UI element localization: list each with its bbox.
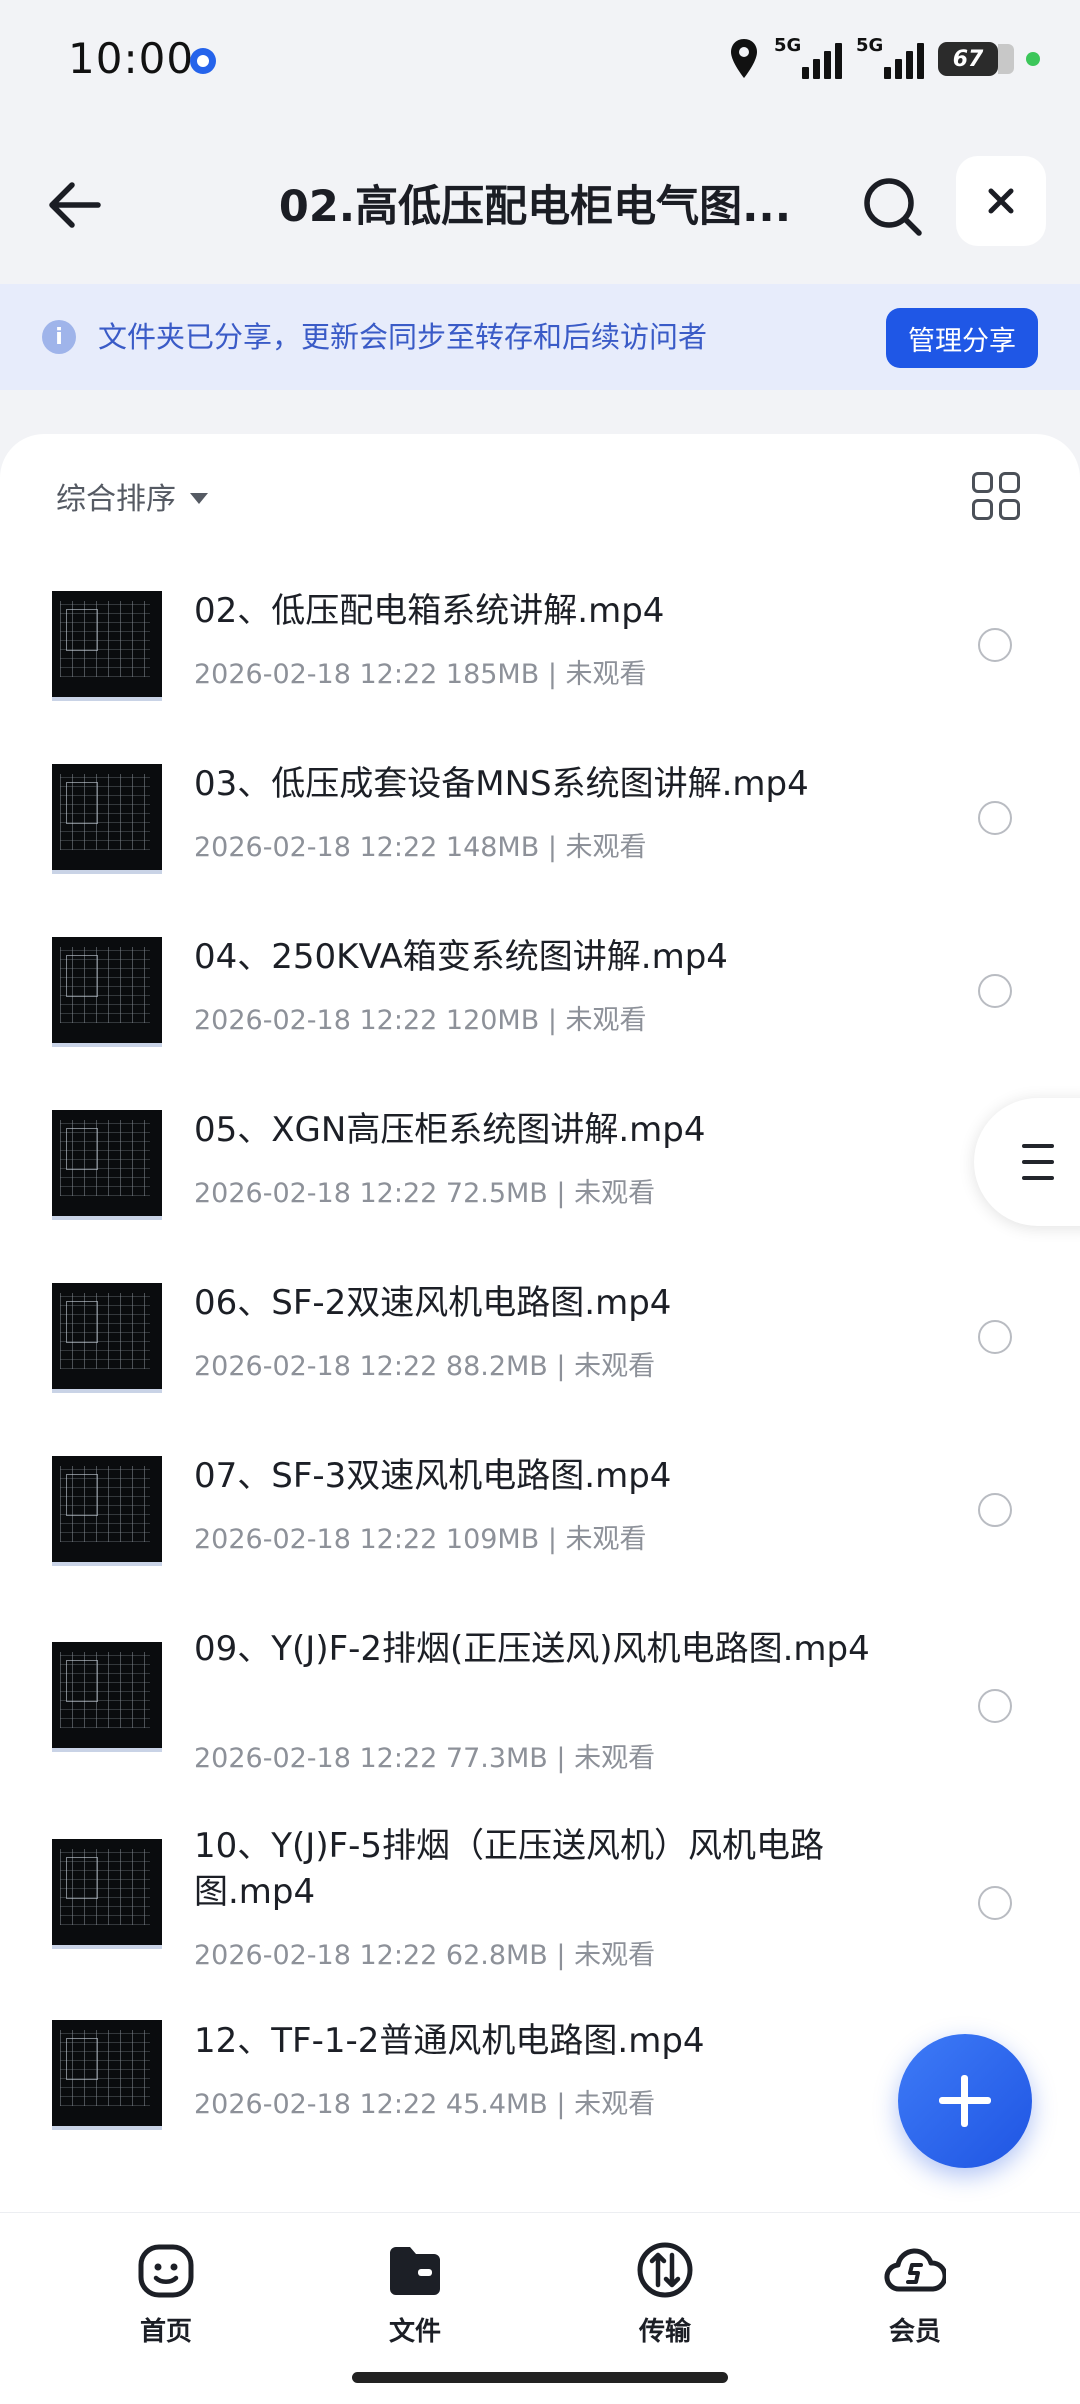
smiley-home-icon <box>138 2244 194 2298</box>
file-meta: 2026-02-18 12:22 148MB | 未观看 <box>194 832 647 863</box>
file-meta: 2026-02-18 12:22 109MB | 未观看 <box>194 1524 647 1555</box>
info-icon: i <box>42 320 76 354</box>
file-name: 06、SF-2双速风机电路图.mp4 <box>194 1283 672 1323</box>
video-thumbnail <box>52 1110 162 1220</box>
select-radio[interactable] <box>978 1493 1012 1527</box>
select-radio[interactable] <box>978 1320 1012 1354</box>
video-thumbnail <box>52 937 162 1047</box>
nav-transfer-label: 传输 <box>638 2317 691 2347</box>
nav-transfer[interactable]: 传输 <box>595 2239 735 2348</box>
file-meta: 2026-02-18 12:22 77.3MB | 未观看 <box>194 1743 656 1774</box>
file-name: 09、Y(J)F-2排烟(正压送风)风机电路图.mp4 <box>194 1629 870 1669</box>
close-button[interactable] <box>956 156 1046 246</box>
share-banner: i 文件夹已分享，更新会同步至转存和后续访问者 管理分享 <box>0 284 1080 390</box>
video-thumbnail <box>52 1456 162 1566</box>
nav-files[interactable]: 文件 <box>345 2239 485 2348</box>
nav-vip[interactable]: 会员 <box>845 2239 985 2348</box>
video-thumbnail <box>52 1839 162 1949</box>
file-name: 10、Y(J)F-5排烟（正压送风机）风机电路图.mp4 <box>194 1826 825 1912</box>
vip-cloud-icon <box>884 2248 948 2292</box>
file-name: 02、低压配电箱系统讲解.mp4 <box>194 591 665 631</box>
transfer-icon <box>637 2242 693 2298</box>
page-title: 02.高低压配电柜电气图... <box>278 182 792 232</box>
signal-icon-2: 5G <box>856 35 924 79</box>
status-time: 10:00 <box>68 34 195 83</box>
manage-share-button[interactable]: 管理分享 <box>886 308 1038 368</box>
select-radio[interactable] <box>978 1689 1012 1723</box>
close-icon <box>988 188 1014 214</box>
file-meta: 2026-02-18 12:22 120MB | 未观看 <box>194 1005 647 1036</box>
file-meta: 2026-02-18 12:22 185MB | 未观看 <box>194 659 647 690</box>
select-radio[interactable] <box>978 801 1012 835</box>
file-name: 04、250KVA箱变系统图讲解.mp4 <box>194 937 728 977</box>
video-thumbnail <box>52 1642 162 1752</box>
privacy-dot-icon <box>1026 52 1040 66</box>
folder-icon <box>390 2247 440 2295</box>
notification-dot-icon <box>190 48 216 74</box>
select-radio[interactable] <box>978 1886 1012 1920</box>
status-bar: 10:00 5G 5G 67 <box>0 0 1080 120</box>
battery-icon: 67 <box>938 42 1014 76</box>
caret-down-icon <box>190 492 208 504</box>
location-icon <box>731 39 757 78</box>
sort-dropdown[interactable]: 综合排序 <box>56 474 208 518</box>
top-app-bar: 02.高低压配电柜电气图... <box>0 150 1080 260</box>
add-button[interactable] <box>898 2034 1032 2168</box>
video-thumbnail <box>52 1283 162 1393</box>
file-name: 07、SF-3双速风机电路图.mp4 <box>194 1456 672 1496</box>
nav-vip-label: 会员 <box>888 2317 941 2347</box>
file-list-sheet: 综合排序 02、低压配电箱系统讲解.mp4 2026-02-18 12:22 1… <box>0 434 1080 2224</box>
file-meta: 2026-02-18 12:22 88.2MB | 未观看 <box>194 1351 656 1382</box>
file-meta: 2026-02-18 12:22 45.4MB | 未观看 <box>194 2089 656 2120</box>
select-radio[interactable] <box>978 974 1012 1008</box>
select-radio[interactable] <box>978 628 1012 662</box>
nav-home[interactable]: 首页 <box>96 2239 236 2348</box>
side-menu-tab[interactable] <box>974 1098 1080 1226</box>
file-meta: 2026-02-18 12:22 72.5MB | 未观看 <box>194 1178 656 1209</box>
signal-icon: 5G <box>774 35 842 79</box>
search-icon[interactable] <box>858 172 928 242</box>
banner-text: 文件夹已分享，更新会同步至转存和后续访问者 <box>98 320 708 354</box>
back-arrow-icon[interactable] <box>40 170 110 240</box>
video-thumbnail <box>52 2020 162 2130</box>
grid-view-icon[interactable] <box>972 472 1020 520</box>
video-thumbnail <box>52 764 162 874</box>
home-indicator[interactable] <box>352 2372 728 2383</box>
file-name: 03、低压成套设备MNS系统图讲解.mp4 <box>194 764 809 804</box>
status-icons: 5G 5G 67 <box>728 34 1040 84</box>
nav-files-label: 文件 <box>388 2317 441 2347</box>
file-name: 12、TF-1-2普通风机电路图.mp4 <box>194 2021 705 2061</box>
nav-home-label: 首页 <box>139 2317 192 2347</box>
file-meta: 2026-02-18 12:22 62.8MB | 未观看 <box>194 1940 656 1971</box>
file-name: 05、XGN高压柜系统图讲解.mp4 <box>194 1110 706 1150</box>
sort-label: 综合排序 <box>56 482 176 517</box>
video-thumbnail <box>52 591 162 701</box>
